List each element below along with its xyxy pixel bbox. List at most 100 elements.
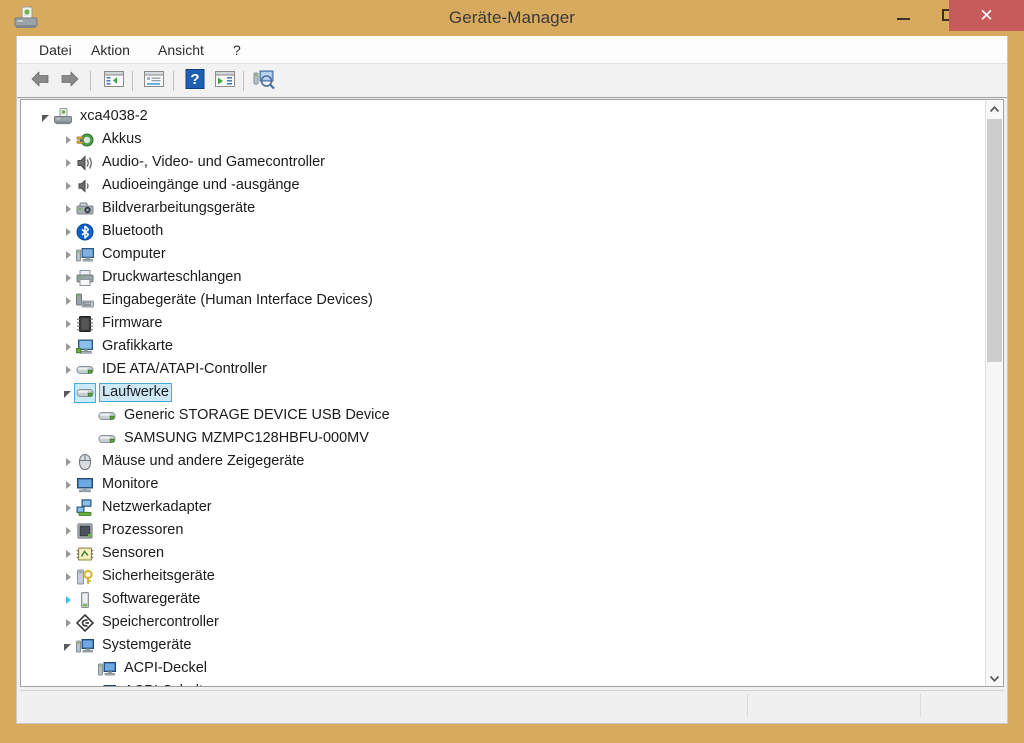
tree-item-label: IDE ATA/ATAPI-Controller [102,361,267,377]
expander-collapsed-icon[interactable] [59,500,75,516]
expander-collapsed-icon[interactable] [59,178,75,194]
expander-collapsed-icon[interactable] [59,155,75,171]
expander-placeholder [81,408,97,424]
computer-root-icon [53,107,73,126]
properties-button[interactable] [141,68,167,94]
tree-item-audioeing-nge-und-ausg-nge[interactable]: Audioeingänge und -ausgänge [21,174,981,197]
tree-item-label: Bluetooth [102,223,164,239]
tree-item-computer[interactable]: Computer [21,243,981,266]
expander-collapsed-icon[interactable] [59,477,75,493]
tree-item-label: Computer [102,246,166,262]
tree-item-akkus[interactable]: Akkus [21,128,981,151]
scroll-down-button[interactable] [986,670,1003,686]
expander-collapsed-icon[interactable] [59,247,75,263]
disk-drive-icon [97,430,117,448]
tree-item-generic-storage-device-usb-device[interactable]: Generic STORAGE DEVICE USB Device [21,404,981,427]
svg-text:?: ? [190,71,199,88]
tree-item-label: xca4038-2 [80,108,148,124]
tree-item-netzwerkadapter[interactable]: Netzwerkadapter [21,496,981,519]
tree-item-label: Monitore [102,476,159,492]
help-button[interactable]: ? [182,68,208,94]
expander-collapsed-icon[interactable] [59,201,75,217]
tree-item-audio-video-und-gamecontroller[interactable]: Audio-, Video- und Gamecontroller [21,151,981,174]
tree-item-m-use-und-andere-zeigeger-te[interactable]: Mäuse und andere Zeigegeräte [21,450,981,473]
tree-item-sensoren[interactable]: Sensoren [21,542,981,565]
minimize-button[interactable] [880,0,926,30]
tree-item-label: Grafikkarte [102,338,173,354]
menu-item-datei[interactable]: Datei [33,41,78,59]
tree-item-prozessoren[interactable]: Prozessoren [21,519,981,542]
expander-collapsed-icon[interactable] [59,523,75,539]
tree-item-label: ACPI-Schalter [121,682,219,686]
tree-item-acpi-deckel[interactable]: ACPI-Deckel [21,657,981,680]
menu-item-ansicht[interactable]: Ansicht [152,41,210,59]
tree-item-sicherheitsger-te[interactable]: Sicherheitsgeräte [21,565,981,588]
scrollbar-thumb[interactable] [987,119,1002,362]
expander-expanded-icon[interactable] [59,385,75,401]
tree-item-bluetooth[interactable]: Bluetooth [21,220,981,243]
tree-item-softwareger-te[interactable]: Softwaregeräte [21,588,981,611]
tree-item-firmware[interactable]: Firmware [21,312,981,335]
tree-item-systemger-te[interactable]: Systemgeräte [21,634,981,657]
tree-item-label: Audioeingänge und -ausgänge [102,177,300,193]
tree-item-grafikkarte[interactable]: Grafikkarte [21,335,981,358]
status-divider [747,694,748,717]
expander-collapsed-icon[interactable] [59,546,75,562]
expander-collapsed-icon[interactable] [59,615,75,631]
tree-item-laufwerke[interactable]: Laufwerke [21,381,981,404]
expander-collapsed-icon[interactable] [59,569,75,585]
vertical-scrollbar[interactable] [985,101,1003,686]
expander-collapsed-icon[interactable] [59,339,75,355]
tree-item-label: Bildverarbeitungsgeräte [102,200,256,216]
client-area: Datei Aktion Ansicht ? ? xca4038-2 Akkus… [16,36,1008,724]
forward-button[interactable] [57,68,83,94]
disk-drive-icon [74,382,96,403]
tree-item-label: Firmware [102,315,163,331]
expander-expanded-icon[interactable] [37,109,53,125]
network-adapter-icon [75,498,95,517]
computer-icon [75,246,95,264]
expander-expanded-icon[interactable] [59,638,75,654]
scan-hardware-changes-button[interactable] [251,68,277,94]
menu-item-aktion[interactable]: Aktion [85,41,136,59]
scan-hardware-changes-icon [253,69,275,94]
tree-item-label: Generic STORAGE DEVICE USB Device [124,407,390,423]
tree-item-druckwarteschlangen[interactable]: Druckwarteschlangen [21,266,981,289]
display-adapter-icon [75,338,95,356]
expander-collapsed-icon[interactable] [59,362,75,378]
expander-collapsed-icon[interactable] [59,316,75,332]
expander-collapsed-icon[interactable] [59,270,75,286]
expander-collapsed-icon[interactable] [59,454,75,470]
show-hide-console-tree-button[interactable] [101,68,127,94]
tree-item-xca4038-2[interactable]: xca4038-2 [21,105,981,128]
menu-item-help[interactable]: ? [227,41,247,59]
tree-item-samsung-mzmpc128hbfu-000mv[interactable]: SAMSUNG MZMPC128HBFU-000MV [21,427,981,450]
back-button[interactable] [27,68,53,94]
close-button[interactable]: ✕ [949,0,1024,31]
expander-collapsed-icon[interactable] [59,224,75,240]
tree-item-bildverarbeitungsger-te[interactable]: Bildverarbeitungsgeräte [21,197,981,220]
tree-item-speichercontroller[interactable]: Speichercontroller [21,611,981,634]
update-driver-icon [214,70,236,93]
properties-icon [143,70,165,93]
close-icon: ✕ [979,6,994,25]
toolbar-separator [173,71,174,91]
update-driver-button[interactable] [212,68,238,94]
tree-item-label: Prozessoren [102,522,184,538]
expander-collapsed-icon[interactable] [59,592,75,608]
tree-item-ide-ata-atapi-controller[interactable]: IDE ATA/ATAPI-Controller [21,358,981,381]
tree-item-label: SAMSUNG MZMPC128HBFU-000MV [124,430,369,446]
tree-item-eingabeger-te-human-interface-devices[interactable]: Eingabegeräte (Human Interface Devices) [21,289,981,312]
expander-collapsed-icon[interactable] [59,293,75,309]
processor-icon [75,522,95,540]
expander-collapsed-icon[interactable] [59,132,75,148]
tree-item-label: Mäuse und andere Zeigegeräte [102,453,305,469]
tree-item-monitore[interactable]: Monitore [21,473,981,496]
expander-placeholder [81,684,97,687]
title-bar[interactable]: Geräte-Manager ✕ [0,0,1024,36]
system-device-icon [97,683,117,686]
device-tree-pane[interactable]: xca4038-2 Akkus Audio-, Video- und Gamecon… [20,99,1004,687]
scroll-up-button[interactable] [986,101,1003,118]
tree-item-acpi-schalter[interactable]: ACPI-Schalter [21,680,981,687]
battery-icon [75,131,95,149]
